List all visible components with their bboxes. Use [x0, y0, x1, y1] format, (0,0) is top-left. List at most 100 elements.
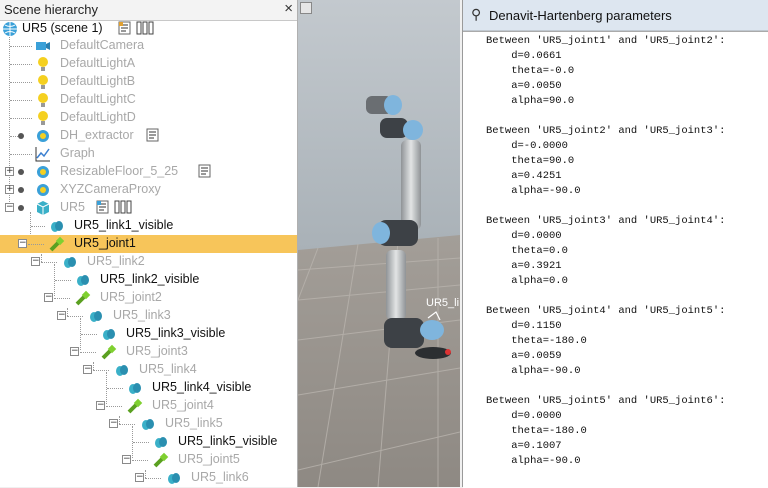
- tree-line: [55, 280, 71, 281]
- tree-item-label: UR5 (scene 1): [22, 21, 103, 35]
- tree-item-defaultlightb[interactable]: DefaultLightB: [0, 73, 297, 91]
- tree-item-graph[interactable]: Graph: [0, 145, 297, 163]
- script-icon[interactable]: [96, 200, 109, 214]
- tree-item-ur5-joint3[interactable]: − UR5_joint3: [0, 343, 297, 361]
- light-bulb-icon: [38, 111, 48, 125]
- dh-line: theta=-180.0: [486, 335, 587, 347]
- tree-item-ur5-link3-visible[interactable]: UR5_link3_visible: [0, 325, 297, 343]
- collapse-icon[interactable]: −: [31, 257, 40, 266]
- collapse-icon[interactable]: −: [96, 401, 105, 410]
- tree-line: [10, 64, 32, 65]
- tree-item-label: UR5_joint1: [74, 236, 136, 250]
- tree-item-label: UR5_joint2: [100, 290, 162, 304]
- tree-line: [145, 478, 161, 479]
- dh-text-area[interactable]: Between 'UR5_joint1' and 'UR5_joint2': d…: [463, 31, 768, 488]
- script-icon[interactable]: [146, 128, 159, 142]
- script-icon[interactable]: [198, 164, 211, 178]
- tree-item-label: UR5: [60, 200, 86, 214]
- tree-item-ur5-link2[interactable]: − UR5_link2: [0, 253, 297, 271]
- tree-item-label: UR5_joint4: [152, 398, 214, 412]
- collapse-icon[interactable]: −: [83, 365, 92, 374]
- dh-line: a=0.1007: [486, 440, 562, 452]
- tree-line: [41, 262, 57, 263]
- expand-icon[interactable]: +: [5, 167, 14, 176]
- filter-icon[interactable]: [114, 200, 132, 214]
- tree-item-label: UR5_link4: [139, 362, 197, 376]
- collapse-icon[interactable]: −: [135, 473, 144, 482]
- tree-item-label: DefaultLightB: [60, 74, 136, 88]
- dh-parameters-window: ⚲ Denavit-Hartenberg parameters Between …: [462, 0, 768, 488]
- shape-icon: [116, 365, 128, 376]
- viewport-toggle-button[interactable]: [300, 2, 312, 14]
- dummy-dot-icon: [18, 187, 24, 193]
- tree-line: [107, 388, 123, 389]
- dh-line: a=0.4251: [486, 170, 562, 182]
- tree-line: [106, 406, 122, 407]
- dh-line: d=0.1150: [486, 320, 562, 332]
- tree-item-label: UR5_joint3: [126, 344, 188, 358]
- tree-item-defaultlightc[interactable]: DefaultLightC: [0, 91, 297, 109]
- shape-cube-icon: [36, 201, 50, 215]
- tree-line: [133, 442, 149, 443]
- collapse-icon[interactable]: −: [122, 455, 131, 464]
- dh-line: alpha=-90.0: [486, 455, 581, 467]
- shape-icon: [51, 221, 63, 232]
- dh-line: Between 'UR5_joint4' and 'UR5_joint5':: [486, 305, 726, 317]
- dh-line: a=0.0059: [486, 350, 562, 362]
- tree-line: [10, 100, 32, 101]
- tree-item-label: UR5_link6: [191, 470, 249, 484]
- dh-line: theta=90.0: [486, 155, 575, 167]
- tree-item-ur5-link5[interactable]: − UR5_link5: [0, 415, 297, 433]
- scene-viewport[interactable]: UR5_li: [298, 0, 460, 487]
- robot-scene: UR5_li: [298, 0, 460, 487]
- tree-item-ur5[interactable]: − UR5: [0, 199, 297, 217]
- tree-line: [10, 118, 32, 119]
- shape-icon: [103, 329, 115, 340]
- expand-icon[interactable]: +: [5, 185, 14, 194]
- collapse-icon[interactable]: −: [44, 293, 53, 302]
- script-icon[interactable]: [118, 21, 131, 35]
- tree-item-label: UR5_link1_visible: [74, 218, 174, 232]
- dh-window-title: Denavit-Hartenberg parameters: [489, 8, 672, 23]
- dh-line: Between 'UR5_joint2' and 'UR5_joint3':: [486, 125, 726, 137]
- dummy-dot-icon: [18, 169, 24, 175]
- tree-item-resizablefloor[interactable]: + ResizableFloor_5_25: [0, 163, 297, 181]
- tree-item-ur5-joint2[interactable]: − UR5_joint2: [0, 289, 297, 307]
- close-icon[interactable]: ×: [284, 0, 293, 17]
- tree-item-ur5-link3[interactable]: − UR5_link3: [0, 307, 297, 325]
- tree-item-ur5-link5-visible[interactable]: UR5_link5_visible: [0, 433, 297, 451]
- tree-line: [67, 316, 83, 317]
- tree-item-label: UR5_link5: [165, 416, 223, 430]
- dh-line: Between 'UR5_joint5' and 'UR5_joint6':: [486, 395, 726, 407]
- collapse-icon[interactable]: −: [109, 419, 118, 428]
- tree-item-ur5-link6[interactable]: − UR5_link6: [0, 469, 297, 487]
- collapse-icon[interactable]: −: [5, 203, 14, 212]
- dh-line: a=0.3921: [486, 260, 562, 272]
- tree-item-scene[interactable]: UR5 (scene 1): [0, 20, 297, 38]
- dh-line: d=-0.0000: [486, 140, 568, 152]
- tree-item-dh-extractor[interactable]: DH_extractor: [0, 127, 297, 145]
- tree-item-ur5-joint4[interactable]: − UR5_joint4: [0, 397, 297, 415]
- collapse-icon[interactable]: −: [18, 239, 27, 248]
- tree-item-ur5-link2-visible[interactable]: UR5_link2_visible: [0, 271, 297, 289]
- tree-item-defaultcamera[interactable]: DefaultCamera: [0, 37, 297, 55]
- tree-item-defaultlightd[interactable]: DefaultLightD: [0, 109, 297, 127]
- tree-item-label: DefaultCamera: [60, 38, 145, 52]
- collapse-icon[interactable]: −: [57, 311, 66, 320]
- tree-line: [119, 424, 135, 425]
- tree-item-label: Graph: [60, 146, 95, 160]
- tree-item-label: XYZCameraProxy: [60, 182, 161, 196]
- tree-item-ur5-link4-visible[interactable]: UR5_link4_visible: [0, 379, 297, 397]
- tree-item-ur5-joint5[interactable]: − UR5_joint5: [0, 451, 297, 469]
- tree-item-ur5-joint1[interactable]: − UR5_joint1: [0, 235, 297, 253]
- dh-line: alpha=-90.0: [486, 365, 581, 377]
- tree-item-ur5-link4[interactable]: − UR5_link4: [0, 361, 297, 379]
- collapse-icon[interactable]: −: [70, 347, 79, 356]
- shape-icon: [168, 473, 180, 484]
- filter-icon[interactable]: [136, 21, 154, 35]
- tree-item-ur5-link1-visible[interactable]: UR5_link1_visible: [0, 217, 297, 235]
- tree-item-xyzcameraproxy[interactable]: + XYZCameraProxy: [0, 181, 297, 199]
- tree-item-defaultlighta[interactable]: DefaultLightA: [0, 55, 297, 73]
- dh-line: theta=-180.0: [486, 425, 587, 437]
- joint-icon: [153, 452, 169, 468]
